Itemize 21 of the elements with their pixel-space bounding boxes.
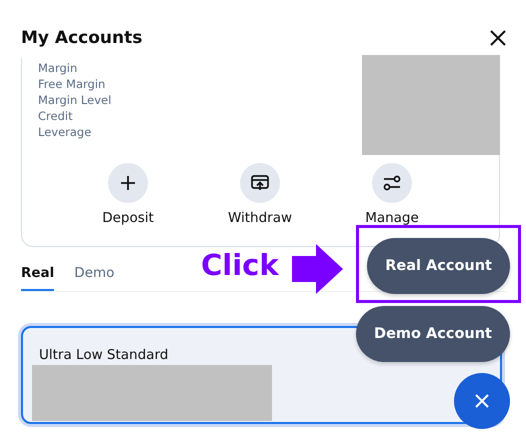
speed-dial-menu[interactable]: Demo Account [356, 306, 510, 362]
action-button[interactable]: Deposit [92, 163, 164, 225]
close-icon [473, 392, 491, 410]
annotation-arrow [291, 243, 345, 295]
speed-dial-menu[interactable]: Real Account [367, 238, 510, 294]
account-name: Ultra Low Standard [39, 347, 168, 363]
sliders-icon [383, 175, 401, 191]
action-button[interactable]: Withdraw [224, 163, 296, 225]
summary-label: Credit [38, 108, 74, 124]
summary-label: Free Margin [38, 76, 106, 92]
window-title: My Accounts [21, 28, 142, 48]
withdraw-icon [251, 175, 269, 191]
summary-label: Leverage [38, 124, 92, 140]
close-button[interactable] [488, 28, 508, 48]
summary-label: Margin Level [38, 92, 112, 108]
tab[interactable]: Demo [74, 261, 114, 291]
summary-label: Margin [38, 60, 78, 76]
annotation-text: Click [201, 248, 279, 282]
plus-icon [120, 175, 136, 191]
tab[interactable]: Real [21, 261, 54, 291]
action-button[interactable]: Manage [356, 163, 428, 225]
